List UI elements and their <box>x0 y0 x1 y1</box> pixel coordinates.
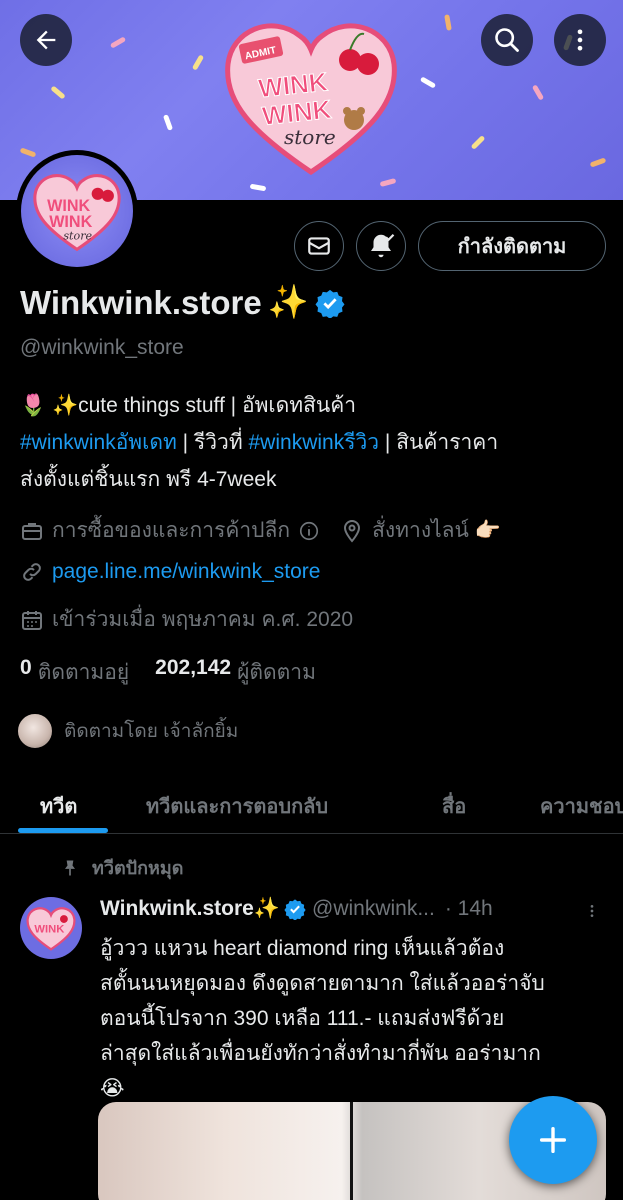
tweet-author-handle[interactable]: @winkwink... <box>312 897 435 921</box>
pin-icon <box>65 860 75 875</box>
hashtag-review-link[interactable]: #winkwinkรีวิว <box>249 431 380 454</box>
info-icon[interactable] <box>298 520 320 542</box>
location-pin-icon <box>344 519 361 543</box>
tweet-text: อู้ววว แหวน heart diamond ring เห็นแล้วต… <box>100 931 610 1106</box>
bell-check-icon <box>371 233 395 258</box>
user-handle: @winkwink_store <box>20 336 184 359</box>
bio-tail-text: | สินค้าราคา <box>379 431 499 454</box>
briefcase-icon <box>22 522 42 540</box>
display-name: Winkwink.store ✨ <box>20 283 345 322</box>
more-button[interactable] <box>554 14 606 66</box>
website-link[interactable]: page.line.me/winkwink_store <box>52 560 320 584</box>
sparkle-emoji: ✨ <box>267 283 309 320</box>
active-tab-indicator <box>18 828 108 833</box>
search-button[interactable] <box>481 14 533 66</box>
location-text: สั่งทางไลน์ 👉🏻 <box>372 519 501 542</box>
arrow-left-icon <box>36 30 56 50</box>
tweet-avatar-logo: WINK <box>26 907 76 951</box>
profile-avatar[interactable]: WINK WINK store <box>16 150 138 272</box>
logo-text-store: store <box>284 125 336 149</box>
search-icon <box>495 28 519 52</box>
back-button[interactable] <box>20 14 72 66</box>
avatar-text-2: WINK <box>49 213 92 231</box>
following-count[interactable]: 0 <box>20 656 32 689</box>
followed-by-text: ติดตามโดย เจ้าลักยิ้ม <box>64 721 239 742</box>
link-icon <box>23 563 41 581</box>
tweet-line: อู้ววว แหวน heart diamond ring เห็นแล้วต… <box>100 937 505 960</box>
following-button[interactable]: กำลังติดตาม <box>418 221 606 271</box>
tab-tweets-replies[interactable]: ทวีตและการตอบกลับ <box>146 790 328 822</box>
profile-meta-category: การซื้อของและการค้าปลีก สั่งทางไลน์ 👉🏻 <box>20 514 501 547</box>
calendar-icon <box>22 610 42 630</box>
message-button[interactable] <box>294 221 344 271</box>
bio-line-1: 🌷 ✨cute things stuff | อัพเดทสินค้า <box>20 394 357 417</box>
category-text: การซื้อของและการค้าปลีก <box>52 519 291 542</box>
tab-likes[interactable]: ความชอบ <box>540 790 623 822</box>
plus-icon <box>539 1126 567 1154</box>
avatar-text-1: WINK <box>47 197 90 215</box>
follow-counts: 0 ติดตามอยู่ 202,142 ผู้ติดตาม <box>20 656 316 689</box>
bio-mid-text: | รีวิวที่ <box>176 431 249 454</box>
tweet-author-name[interactable]: Winkwink.store✨ <box>100 897 280 921</box>
tweet-line: ล่าสุดใส่แล้วเพื่อนยังทักว่าสั่งทำมากี่พ… <box>100 1042 541 1065</box>
avatar-logo: WINK WINK store <box>33 174 121 252</box>
more-vertical-icon <box>590 905 594 917</box>
profile-meta-joined: เข้าร่วมเมื่อ พฤษภาคม ค.ศ. 2020 <box>20 603 353 636</box>
joined-text: เข้าร่วมเมื่อ พฤษภาคม ค.ศ. 2020 <box>52 608 354 631</box>
verified-badge-icon[interactable] <box>315 288 345 318</box>
tweet-timestamp[interactable]: · 14h <box>445 897 493 921</box>
following-label[interactable]: ติดตามอยู่ <box>38 656 129 689</box>
profile-meta-website: page.line.me/winkwink_store <box>20 560 320 584</box>
tweet-line: สตั้นนนหยุดมอง ดึงดูดสายตามาก ใส่แล้วออร… <box>100 972 545 995</box>
hashtag-update-link[interactable]: #winkwinkอัพเดท <box>20 431 177 454</box>
tweet-more-button[interactable] <box>584 900 600 927</box>
compose-tweet-button[interactable] <box>509 1096 597 1184</box>
tab-media[interactable]: สื่อ <box>442 790 466 822</box>
tweet-line: ตอนนี้โปรจาก 390 เหลือ 111.- แถมส่งฟรีด้… <box>100 1007 505 1030</box>
avatar-text-3: store <box>63 229 92 242</box>
bio-line-3: ส่งตั้งแต่ชิ้นแรก พรี 4-7week <box>20 468 277 491</box>
tab-tweets[interactable]: ทวีต <box>40 790 77 822</box>
tweet-avatar-text: WINK <box>34 923 64 935</box>
store-logo: ADMIT WINK WINK store <box>225 23 397 176</box>
profile-tabs: ทวีต ทวีตและการตอบกลับ สื่อ ความชอบ <box>0 772 623 834</box>
display-name-text: Winkwink.store <box>20 283 262 321</box>
follower-avatar <box>16 712 54 750</box>
pinned-label: ทวีตปักหมุด <box>60 853 183 882</box>
media-divider <box>350 1102 353 1200</box>
followers-label[interactable]: ผู้ติดตาม <box>237 656 316 689</box>
tweet-header: Winkwink.store✨ @winkwink... · 14h <box>100 897 610 921</box>
tweet-verified-badge-icon <box>284 899 306 920</box>
more-vertical-icon <box>577 29 583 51</box>
pinned-label-text: ทวีตปักหมุด <box>92 858 184 878</box>
tweet-avatar[interactable]: WINK <box>20 897 82 959</box>
followed-by[interactable]: ติดตามโดย เจ้าลักยิ้ม <box>16 712 238 750</box>
followers-count[interactable]: 202,142 <box>155 656 231 689</box>
notifications-button[interactable] <box>356 221 406 271</box>
bio-line-2: #winkwinkอัพเดท | รีวิวที่ #winkwinkรีวิ… <box>20 424 610 461</box>
profile-bio: 🌷 ✨cute things stuff | อัพเดทสินค้า #win… <box>20 387 610 498</box>
mail-icon <box>308 237 330 255</box>
